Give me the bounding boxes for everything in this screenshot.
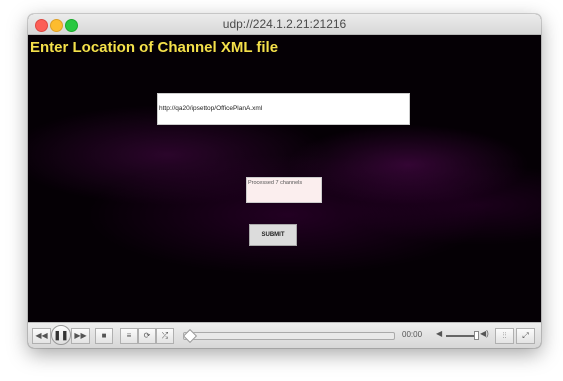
stop-button[interactable]: ■ [95, 328, 113, 344]
shuffle-button[interactable]: ⤮ [156, 328, 174, 344]
play-pause-button[interactable]: ❚❚ [51, 325, 71, 345]
player-window: udp://224.1.2.21:21216 Enter Location of… [28, 14, 541, 348]
xml-url-input[interactable]: http://qa20/ipsettop/OfficePlanA.xml [157, 93, 410, 125]
submit-button[interactable]: SUBMIT [249, 224, 297, 246]
seek-knob[interactable] [182, 328, 198, 344]
rewind-button[interactable]: ◀◀ [32, 328, 51, 344]
equalizer-button[interactable]: ⫶⫶ [495, 328, 514, 344]
video-area: Enter Location of Channel XML file http:… [28, 35, 541, 334]
volume-low-icon[interactable]: ◀ [436, 329, 442, 338]
fast-forward-button[interactable]: ▶▶ [71, 328, 90, 344]
playlist-button[interactable]: ≡ [120, 328, 138, 344]
status-box: Processed 7 channels [246, 177, 322, 203]
seek-bar[interactable] [182, 328, 395, 344]
fullscreen-button[interactable]: ⤢ [516, 328, 535, 344]
window-title: udp://224.1.2.21:21216 [222, 17, 347, 31]
loop-button[interactable]: ⟳ [138, 328, 156, 344]
title-bar: udp://224.1.2.21:21216 [28, 14, 541, 35]
volume-high-icon[interactable]: ◀) [480, 329, 489, 338]
volume-knob[interactable] [474, 331, 479, 340]
volume-slider[interactable] [446, 335, 476, 337]
playback-controls: ◀◀ ❚❚ ▶▶ ■ ≡ ⟳ ⤮ 00:00 ◀ ◀) ⫶⫶ ⤢ [28, 322, 541, 348]
elapsed-time: 00:00 [402, 330, 423, 339]
page-heading: Enter Location of Channel XML file [30, 39, 279, 56]
